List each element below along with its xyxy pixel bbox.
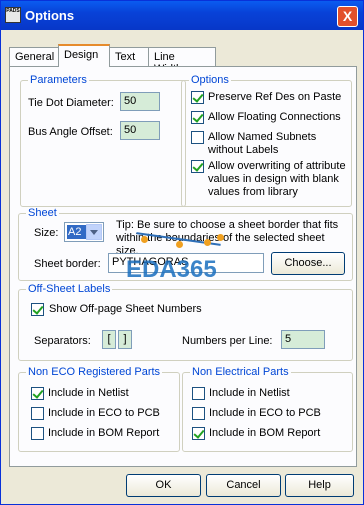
allow-floating-checkbox[interactable]: [191, 111, 204, 124]
tab-text[interactable]: Text: [109, 47, 149, 66]
tab-line-widths[interactable]: Line Widths: [148, 47, 216, 75]
allow-overwriting-checkbox[interactable]: [191, 160, 204, 173]
non-elec-eco-to-pcb-checkbox[interactable]: [192, 407, 205, 420]
tie-dot-label: Tie Dot Diameter:: [28, 97, 114, 109]
window-title: Options: [25, 8, 75, 23]
show-off-page-checkbox[interactable]: [31, 303, 44, 316]
sheet-border-label: Sheet border:: [34, 258, 101, 270]
sheet-size-select[interactable]: A2: [64, 222, 104, 242]
non-eco-bom-checkbox[interactable]: [31, 427, 44, 440]
watermark-dot: [204, 239, 211, 246]
watermark-dot: [141, 236, 148, 243]
allow-floating-label: Allow Floating Connections: [208, 111, 341, 123]
non-elec-bom-checkbox[interactable]: [192, 427, 205, 440]
eda365-watermark: EDA365: [126, 256, 217, 283]
non-eco-eco-to-pcb-label: Include in ECO to PCB: [48, 407, 160, 419]
tab-general[interactable]: General: [9, 47, 59, 66]
parameters-title: Parameters: [28, 74, 89, 86]
non-eco-parts-group: Non ECO Registered Parts Include in Netl…: [18, 366, 180, 452]
tie-dot-input[interactable]: 50: [120, 92, 160, 111]
help-button[interactable]: Help: [285, 474, 354, 497]
close-icon: X: [342, 8, 353, 24]
preserve-ref-des-label: Preserve Ref Des on Paste: [208, 91, 342, 103]
size-label: Size:: [34, 227, 59, 239]
preserve-ref-des-checkbox[interactable]: [191, 91, 204, 104]
allow-named-subnets-checkbox[interactable]: [191, 131, 204, 144]
watermark-dot: [217, 234, 224, 241]
non-electrical-title: Non Electrical Parts: [190, 366, 291, 378]
non-electrical-parts-group: Non Electrical Parts Include in Netlist …: [182, 366, 353, 452]
non-eco-netlist-checkbox[interactable]: [31, 387, 44, 400]
bus-angle-label: Bus Angle Offset:: [28, 126, 113, 138]
app-icon-text: PADS: [6, 8, 20, 14]
non-eco-eco-to-pcb-checkbox[interactable]: [31, 407, 44, 420]
non-elec-bom-label: Include in BOM Report: [209, 427, 321, 439]
watermark-dot: [176, 241, 183, 248]
options-group: Options Preserve Ref Des on Paste Allow …: [181, 74, 352, 207]
cancel-button[interactable]: Cancel: [206, 474, 281, 497]
non-elec-netlist-checkbox[interactable]: [192, 387, 205, 400]
ok-button[interactable]: OK: [126, 474, 201, 497]
choose-button[interactable]: Choose...: [271, 252, 345, 275]
bus-angle-input[interactable]: 50: [120, 121, 160, 140]
title-bar[interactable]: PADS Options X: [1, 1, 363, 30]
allow-overwriting-label: Allow overwriting of attribute values in…: [208, 160, 346, 198]
close-button[interactable]: X: [337, 6, 358, 27]
non-elec-eco-to-pcb-label: Include in ECO to PCB: [209, 407, 321, 419]
non-eco-netlist-label: Include in Netlist: [48, 387, 129, 399]
off-sheet-title: Off-Sheet Labels: [26, 283, 113, 295]
numbers-per-line-label: Numbers per Line:: [182, 335, 273, 347]
numbers-per-line-input[interactable]: 5: [281, 330, 325, 349]
parameters-group: Parameters Tie Dot Diameter: 50 Bus Angl…: [20, 74, 186, 207]
options-title: Options: [189, 74, 231, 86]
allow-named-subnets-label: Allow Named Subnets without Labels: [208, 131, 317, 156]
tab-design[interactable]: Design: [58, 44, 110, 67]
separators-label: Separators:: [34, 335, 91, 347]
show-off-page-label: Show Off-page Sheet Numbers: [49, 303, 202, 315]
separator-left-input[interactable]: [: [102, 330, 116, 349]
chevron-down-icon[interactable]: [86, 224, 102, 240]
off-sheet-labels-group: Off-Sheet Labels Show Off-page Sheet Num…: [18, 283, 353, 361]
separator-right-input[interactable]: ]: [118, 330, 132, 349]
non-eco-bom-label: Include in BOM Report: [48, 427, 160, 439]
sheet-title: Sheet: [26, 207, 59, 219]
sheet-size-value: A2: [67, 225, 88, 239]
options-dialog: PADS Options X General Design Text Line …: [0, 0, 364, 505]
non-elec-netlist-label: Include in Netlist: [209, 387, 290, 399]
pads-app-icon: PADS: [5, 7, 21, 23]
non-eco-title: Non ECO Registered Parts: [26, 366, 163, 378]
